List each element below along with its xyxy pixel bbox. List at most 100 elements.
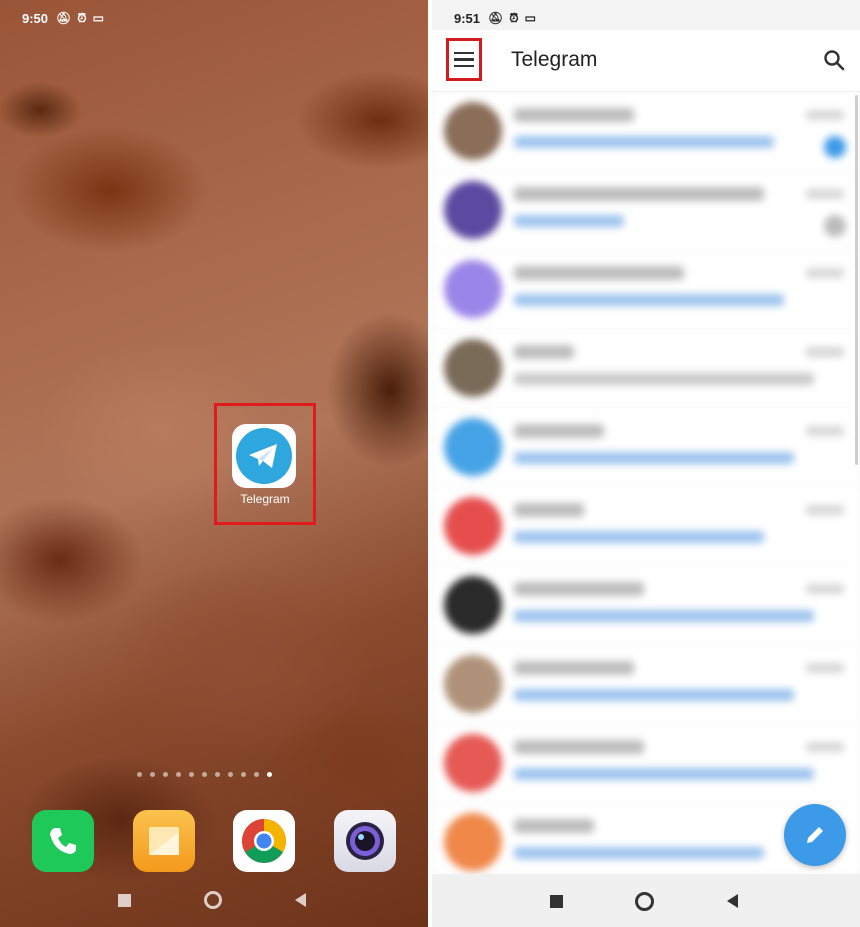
page-dot [176,772,181,777]
avatar [444,497,502,555]
avatar [444,181,502,239]
camera-app[interactable] [334,810,396,872]
chat-row[interactable] [432,92,860,171]
status-time: 9:50 [22,10,49,26]
chat-preview [514,294,784,306]
chat-time [806,742,844,752]
phone-app[interactable] [32,810,94,872]
chat-preview [514,689,794,701]
nav-bar [432,874,860,927]
chat-name [514,108,634,122]
chat-time [806,663,844,673]
telegram-app-label: Telegram [240,492,290,506]
page-dot [228,772,233,777]
avatar [444,655,502,713]
screen-icon: ▭ [92,11,104,25]
notes-app[interactable] [133,810,195,872]
avatar [444,102,502,160]
telegram-screen: 9:51 🔕︎ ⏰︎ ▭ ✱ ▂▄▆ ≋ 54 Telegram [432,0,860,927]
page-indicator [137,772,272,777]
chat-row[interactable] [432,487,860,566]
telegram-app-icon[interactable] [232,424,296,488]
nav-bar [0,886,428,916]
avatar [444,734,502,792]
mute-icon: 🔕︎ [488,11,504,25]
chat-preview [514,215,624,227]
page-dot-active [267,772,272,777]
chat-name [514,424,604,438]
page-dot [202,772,207,777]
chat-row[interactable] [432,329,860,408]
notes-icon [149,827,179,855]
chat-name [514,819,594,833]
chat-row[interactable] [432,724,860,803]
home-button[interactable] [635,892,654,911]
chat-list [432,92,860,874]
unread-badge [824,136,846,158]
page-dot [254,772,259,777]
page-dot [189,772,194,777]
phone-icon [50,828,76,854]
chrome-app[interactable] [233,810,295,872]
chat-name [514,582,644,596]
chat-name [514,266,684,280]
chat-time [806,189,844,199]
chat-name [514,503,584,517]
back-button[interactable] [295,893,306,907]
chat-row[interactable] [432,645,860,724]
chat-name [514,740,644,754]
chat-preview [514,452,794,464]
chat-preview [514,847,764,859]
avatar [444,260,502,318]
new-message-button[interactable] [784,804,846,866]
chat-name [514,345,574,359]
avatar [444,339,502,397]
chat-time [806,426,844,436]
mute-icon: 🔕︎ [56,11,72,25]
chat-name [514,187,764,201]
home-screen: 9:50 🔕︎ ⏰︎ ▭ ✱ ▂▄▆ ≋ 54 Telegram [0,0,428,927]
status-bar: 9:50 🔕︎ ⏰︎ ▭ ✱ ▂▄▆ ≋ 54 [0,0,428,36]
chat-name [514,661,634,675]
chat-preview [514,136,774,148]
search-icon[interactable] [822,48,846,72]
home-button[interactable] [204,891,222,909]
chat-row[interactable] [432,171,860,250]
page-dot [163,772,168,777]
alarm-icon: ⏰︎ [77,10,87,25]
avatar [444,576,502,634]
chat-preview [514,373,814,385]
page-dot [150,772,155,777]
pencil-icon [807,827,823,843]
recents-button[interactable] [118,894,131,907]
status-time: 9:51 [454,10,481,26]
chat-time [806,268,844,278]
unread-badge [824,215,846,237]
camera-icon [346,822,384,860]
avatar [444,813,502,871]
page-title: Telegram [511,48,598,71]
chat-row[interactable] [432,566,860,645]
telegram-icon [236,428,292,484]
avatar [444,418,502,476]
chat-row[interactable] [432,250,860,329]
alarm-icon: ⏰︎ [509,10,519,25]
page-dot [215,772,220,777]
chat-time [806,347,844,357]
chat-preview [514,768,814,780]
screen-icon: ▭ [524,11,536,25]
chat-time [806,584,844,594]
recents-button[interactable] [550,895,563,908]
page-dot [137,772,142,777]
app-header: Telegram [432,30,860,92]
scrollbar[interactable] [855,95,858,465]
chat-time [806,110,844,120]
chat-preview [514,531,764,543]
back-button[interactable] [727,894,738,908]
chat-time [806,505,844,515]
hamburger-menu-icon[interactable] [446,38,482,81]
chrome-icon [242,819,286,863]
chat-preview [514,610,814,622]
page-dot [241,772,246,777]
chat-row[interactable] [432,408,860,487]
